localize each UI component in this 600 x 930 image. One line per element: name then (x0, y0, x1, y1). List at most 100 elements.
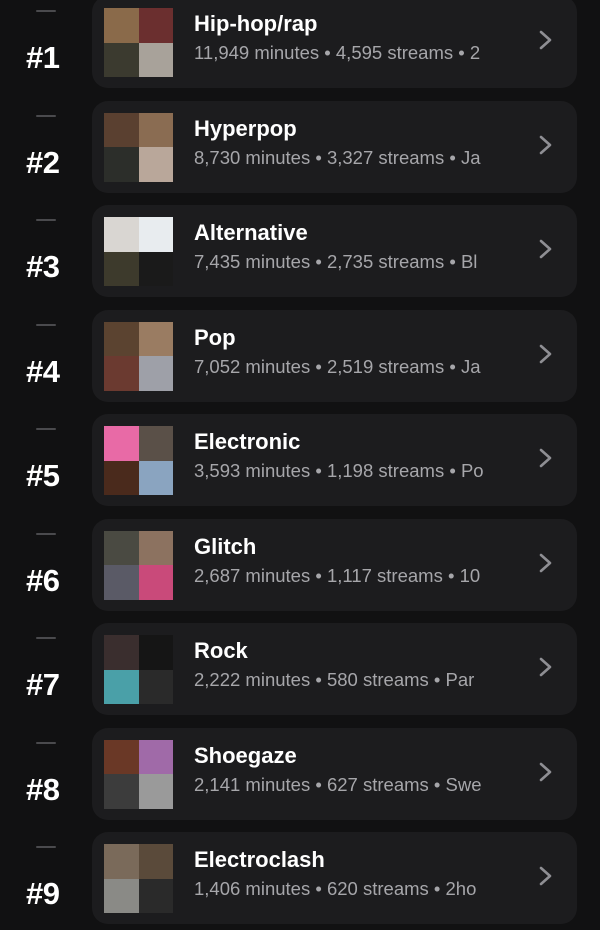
album-art-tile (138, 565, 173, 600)
album-art-tile (104, 251, 139, 286)
album-art-tile (138, 217, 173, 252)
dash-icon (36, 10, 56, 12)
artwork-mosaic (104, 217, 173, 286)
chevron-right-icon (539, 448, 552, 468)
genre-stats: 7,052 minutes • 2,519 streams • Ja (194, 355, 481, 377)
rank-number: #9 (26, 876, 60, 911)
genre-card[interactable]: Electronic 3,593 minutes • 1,198 streams… (92, 414, 577, 506)
genre-row: #5 Electronic 3,593 minutes • 1,198 stre… (0, 414, 600, 506)
genre-stats: 2,222 minutes • 580 streams • Par (194, 669, 475, 690)
album-art-tile (138, 356, 173, 391)
genre-card[interactable]: Rock 2,222 minutes • 580 streams • Par (92, 623, 577, 715)
genre-row: #2 Hyperpop 8,730 minutes • 3,327 stream… (0, 100, 600, 193)
genre-title: Glitch (194, 533, 257, 559)
album-art-tile (138, 635, 173, 670)
album-art-tile (104, 844, 139, 879)
chevron-right-icon (539, 30, 552, 50)
dash-icon (36, 114, 56, 117)
album-art-tile (104, 530, 139, 565)
genre-title: Alternative (194, 220, 308, 245)
album-art-tile (138, 251, 173, 286)
rank-number: #5 (26, 458, 60, 493)
genre-title: Hip-hop/rap (194, 11, 318, 36)
album-art-tile (138, 321, 173, 356)
genre-stats: 1,406 minutes • 620 streams • 2ho (194, 878, 477, 899)
dash-icon (36, 532, 56, 535)
album-art-tile (138, 42, 173, 77)
album-art-tile (104, 739, 139, 774)
artwork-mosaic (104, 321, 173, 391)
album-art-tile (104, 774, 139, 809)
genre-title: Electroclash (194, 847, 325, 872)
genre-card[interactable]: Pop 7,052 minutes • 2,519 streams • Ja (92, 309, 577, 402)
genre-stats: 2,141 minutes • 627 streams • Swe (194, 773, 482, 795)
album-art-tile (104, 878, 139, 913)
rank-number: #6 (26, 562, 60, 598)
genre-stats: 11,949 minutes • 4,595 streams • 2 (194, 42, 481, 63)
dash-icon (36, 846, 56, 848)
dash-icon (36, 219, 56, 221)
rank-column: #3 (0, 205, 92, 297)
genre-row: #3 Alternative 7,435 minutes • 2,735 str… (0, 205, 600, 297)
genre-title: Shoegaze (194, 742, 297, 768)
genre-stats: 7,435 minutes • 2,735 streams • Bl (194, 251, 478, 272)
album-art-tile (138, 774, 173, 809)
chevron-right-icon (539, 135, 552, 154)
genre-row: #1 Hip-hop/rap 11,949 minutes • 4,595 st… (0, 0, 600, 88)
chevron-right-icon (539, 553, 552, 572)
chevron-right-icon (539, 866, 552, 886)
album-art-tile (138, 112, 173, 147)
genre-row: #7 Rock 2,222 minutes • 580 streams • Pa… (0, 623, 600, 715)
dash-icon (36, 637, 56, 639)
album-art-tile (138, 8, 173, 43)
rank-column: #9 (0, 832, 92, 924)
artwork-mosaic (104, 426, 173, 495)
genre-card[interactable]: Electroclash 1,406 minutes • 620 streams… (92, 832, 577, 924)
rank-column: #1 (0, 0, 92, 88)
chevron-right-icon (539, 239, 552, 259)
genre-card[interactable]: Glitch 2,687 minutes • 1,117 streams • 1… (92, 518, 577, 611)
genre-card[interactable]: Alternative 7,435 minutes • 2,735 stream… (92, 205, 577, 297)
artwork-mosaic (104, 844, 173, 913)
artwork-mosaic (104, 739, 173, 809)
genre-card[interactable]: Shoegaze 2,141 minutes • 627 streams • S… (92, 727, 577, 820)
genre-stats: 3,593 minutes • 1,198 streams • Po (194, 460, 484, 481)
album-art-tile (138, 460, 173, 495)
genre-card[interactable]: Hyperpop 8,730 minutes • 3,327 streams •… (92, 100, 577, 193)
album-art-tile (104, 8, 139, 43)
album-art-tile (104, 42, 139, 77)
album-art-tile (104, 635, 139, 670)
rank-number: #2 (26, 144, 60, 180)
album-art-tile (104, 460, 139, 495)
genre-title: Electronic (194, 429, 301, 454)
genre-title: Rock (194, 638, 248, 663)
rank-number: #7 (26, 667, 60, 702)
rank-column: #5 (0, 414, 92, 506)
genre-title: Pop (194, 324, 236, 350)
genre-stats: 2,687 minutes • 1,117 streams • 10 (194, 564, 481, 586)
genre-row: #4 Pop 7,052 minutes • 2,519 streams • J… (0, 309, 600, 402)
rank-column: #7 (0, 623, 92, 715)
album-art-tile (138, 426, 173, 461)
genre-stats: 8,730 minutes • 3,327 streams • Ja (194, 146, 481, 168)
rank-number: #3 (26, 249, 60, 284)
rank-number: #1 (26, 40, 60, 75)
album-art-tile (104, 112, 139, 147)
rank-number: #8 (26, 771, 60, 807)
album-art-tile (104, 321, 139, 356)
album-art-tile (104, 217, 139, 252)
genre-row: #6 Glitch 2,687 minutes • 1,117 streams … (0, 518, 600, 611)
album-art-tile (138, 844, 173, 879)
album-art-tile (104, 147, 139, 182)
dash-icon (36, 323, 56, 326)
rank-column: #4 (0, 310, 92, 402)
artwork-mosaic (104, 8, 173, 77)
dash-icon (36, 741, 56, 744)
genre-row: #9 Electroclash 1,406 minutes • 620 stre… (0, 832, 600, 924)
genre-card[interactable]: Hip-hop/rap 11,949 minutes • 4,595 strea… (92, 0, 577, 88)
album-art-tile (138, 739, 173, 774)
artwork-mosaic (104, 112, 173, 182)
chevron-right-icon (539, 344, 552, 363)
artwork-mosaic (104, 635, 173, 704)
genre-ranking-list: #1 Hip-hop/rap 11,949 minutes • 4,595 st… (0, 0, 600, 930)
